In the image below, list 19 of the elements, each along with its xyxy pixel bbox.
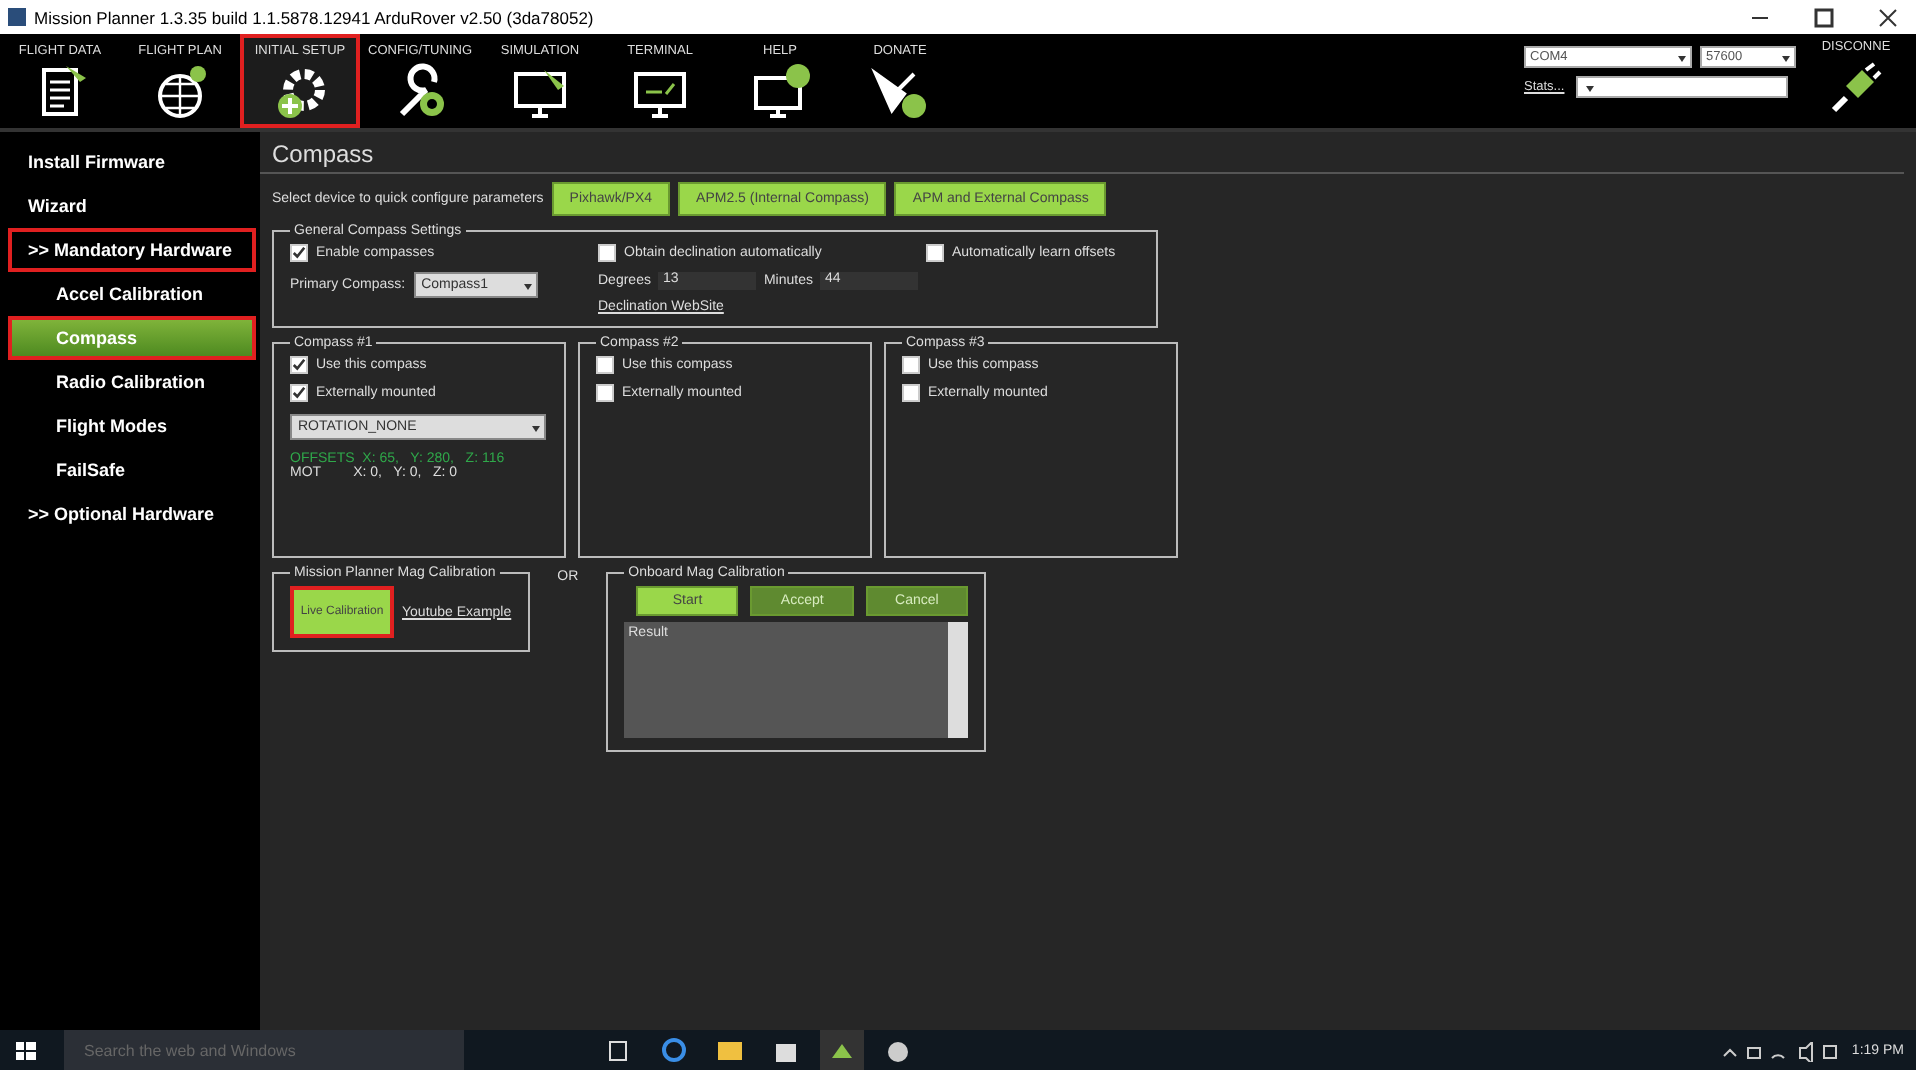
- app-icon: [8, 8, 26, 26]
- sidebar-item[interactable]: Wizard: [8, 184, 256, 228]
- sidebar-item[interactable]: Install Firmware: [8, 140, 256, 184]
- app-icon[interactable]: [820, 1030, 864, 1070]
- sidebar-item[interactable]: Accel Calibration: [8, 272, 256, 316]
- plug-icon[interactable]: [1830, 62, 1882, 114]
- checkbox[interactable]: [290, 384, 308, 402]
- sidebar-item[interactable]: Radio Calibration: [8, 360, 256, 404]
- help-monitor-icon: [750, 62, 810, 122]
- sidebar-item[interactable]: Flight Modes: [8, 404, 256, 448]
- checkbox[interactable]: [290, 244, 308, 262]
- system-tray-icons[interactable]: [1719, 1041, 1840, 1061]
- scrollbar[interactable]: [948, 622, 969, 738]
- sidebar-item[interactable]: >> Mandatory Hardware: [8, 228, 256, 272]
- checkbox[interactable]: [290, 356, 308, 374]
- sidebar-item[interactable]: >> Optional Hardware: [8, 492, 256, 536]
- page-title: Compass: [260, 140, 1904, 174]
- window-title: Mission Planner 1.3.35 build 1.1.5878.12941 ArduRover v2.50 (3da78052): [34, 7, 596, 27]
- sidebar-item[interactable]: FailSafe: [8, 448, 256, 492]
